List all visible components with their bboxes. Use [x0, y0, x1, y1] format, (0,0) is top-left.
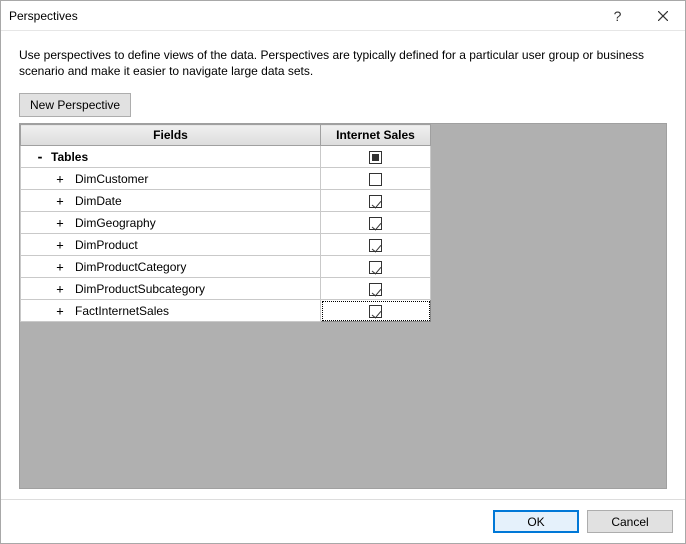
- tree-node-label: DimProductSubcategory: [75, 282, 205, 296]
- tree-node-label: DimProduct: [75, 238, 138, 252]
- expand-icon[interactable]: +: [53, 260, 67, 274]
- tree-child-row[interactable]: + DimDate: [21, 190, 431, 212]
- column-header-perspective[interactable]: Internet Sales: [321, 125, 431, 146]
- column-header-fields[interactable]: Fields: [21, 125, 321, 146]
- dialog-footer: OK Cancel: [1, 499, 685, 543]
- tree-root-row[interactable]: -Tables: [21, 146, 431, 168]
- checkbox-DimDate[interactable]: [369, 195, 382, 208]
- tree-child-row[interactable]: + DimProductCategory: [21, 256, 431, 278]
- tree-node-label: DimDate: [75, 194, 122, 208]
- tree-child-row[interactable]: + DimCustomer: [21, 168, 431, 190]
- close-icon: [658, 11, 668, 21]
- tree-child-row[interactable]: + FactInternetSales: [21, 300, 431, 322]
- perspectives-grid[interactable]: Fields Internet Sales -Tables + DimCustome…: [19, 123, 667, 489]
- tree-child-row[interactable]: + DimProductSubcategory: [21, 278, 431, 300]
- help-button[interactable]: ?: [595, 1, 640, 31]
- checkbox-DimProductCategory[interactable]: [369, 261, 382, 274]
- new-perspective-button[interactable]: New Perspective: [19, 93, 131, 117]
- expand-icon[interactable]: +: [53, 282, 67, 296]
- table: Fields Internet Sales -Tables + DimCustome…: [20, 124, 431, 322]
- tree-node-label: FactInternetSales: [75, 304, 169, 318]
- expand-icon[interactable]: +: [53, 194, 67, 208]
- expand-icon[interactable]: +: [53, 304, 67, 318]
- tree-node-label: DimProductCategory: [75, 260, 186, 274]
- tree-child-row[interactable]: + DimGeography: [21, 212, 431, 234]
- checkbox-root[interactable]: [369, 151, 382, 164]
- checkbox-DimCustomer[interactable]: [369, 173, 382, 186]
- cancel-button[interactable]: Cancel: [587, 510, 673, 533]
- perspectives-dialog: Perspectives ? Use perspectives to defin…: [0, 0, 686, 544]
- checkbox-DimProduct[interactable]: [369, 239, 382, 252]
- tree-child-row[interactable]: + DimProduct: [21, 234, 431, 256]
- description-text: Use perspectives to define views of the …: [19, 47, 667, 79]
- expand-icon[interactable]: +: [53, 172, 67, 186]
- checkbox-FactInternetSales[interactable]: [369, 305, 382, 318]
- tree-root-label: Tables: [51, 150, 88, 164]
- title-bar: Perspectives ?: [1, 1, 685, 31]
- expand-icon[interactable]: +: [53, 238, 67, 252]
- tree-node-label: DimGeography: [75, 216, 156, 230]
- checkbox-DimGeography[interactable]: [369, 217, 382, 230]
- window-title: Perspectives: [9, 9, 595, 23]
- tree-node-label: DimCustomer: [75, 172, 148, 186]
- close-button[interactable]: [640, 1, 685, 31]
- checkbox-DimProductSubcategory[interactable]: [369, 283, 382, 296]
- collapse-icon[interactable]: -: [33, 150, 47, 164]
- expand-icon[interactable]: +: [53, 216, 67, 230]
- dialog-content: Use perspectives to define views of the …: [1, 31, 685, 499]
- ok-button[interactable]: OK: [493, 510, 579, 533]
